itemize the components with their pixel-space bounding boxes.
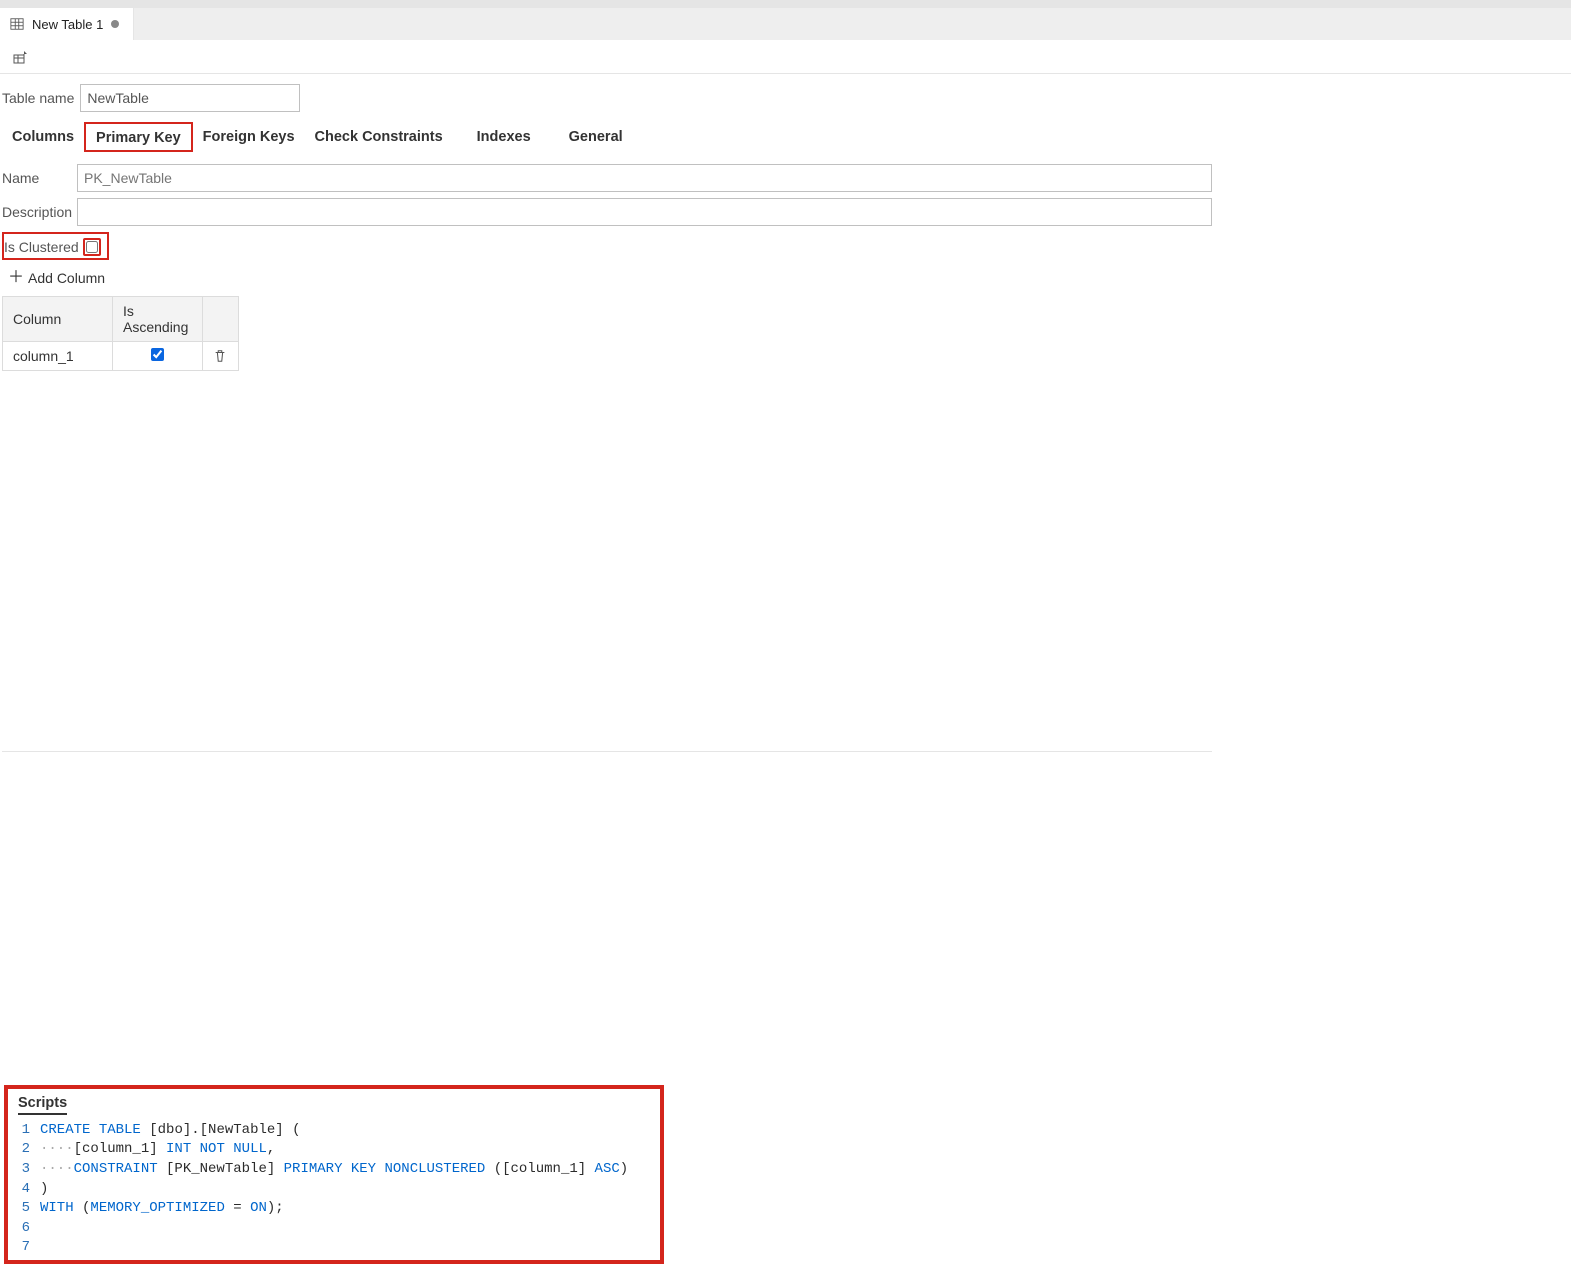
is-clustered-field: Is Clustered — [2, 232, 109, 260]
document-tabstrip: New Table 1 — [0, 8, 1571, 40]
pk-name-row: Name — [2, 164, 1212, 192]
scripts-panel: Scripts 1CREATE TABLE [dbo].[NewTable] (… — [4, 1085, 664, 1264]
publish-button[interactable] — [8, 45, 32, 69]
plus-icon: ＋ — [8, 270, 24, 286]
designer-content: Table name Columns Primary Key Foreign K… — [0, 74, 1220, 752]
line-number: 3 — [18, 1160, 40, 1180]
tab-foreign-keys[interactable]: Foreign Keys — [193, 123, 305, 151]
code-line-content: ) — [40, 1180, 48, 1200]
code-line: 6 — [18, 1219, 652, 1239]
line-number: 4 — [18, 1180, 40, 1200]
pk-columns-table: Column Is Ascending column_1 — [2, 296, 239, 371]
table-icon — [10, 17, 24, 31]
code-line: 3····CONSTRAINT [PK_NewTable] PRIMARY KE… — [18, 1160, 652, 1180]
is-ascending-checkbox[interactable] — [151, 348, 164, 361]
tab-indexes[interactable]: Indexes — [467, 123, 541, 151]
code-line: 2····[column_1] INT NOT NULL, — [18, 1140, 652, 1160]
line-number: 1 — [18, 1121, 40, 1141]
script-editor[interactable]: 1CREATE TABLE [dbo].[NewTable] (2····[co… — [18, 1121, 652, 1258]
tab-columns[interactable]: Columns — [2, 123, 84, 151]
pk-description-label: Description — [2, 204, 77, 220]
code-line: 1CREATE TABLE [dbo].[NewTable] ( — [18, 1121, 652, 1141]
line-number: 6 — [18, 1219, 40, 1239]
trash-icon[interactable] — [213, 349, 228, 363]
code-line: 4) — [18, 1180, 652, 1200]
code-line: 5WITH (MEMORY_OPTIMIZED = ON); — [18, 1199, 652, 1219]
add-column-button[interactable]: ＋ Add Column — [2, 266, 111, 290]
cell-delete — [203, 342, 239, 371]
is-clustered-highlight — [83, 238, 101, 256]
spacer — [0, 752, 1571, 1085]
code-line-content: CREATE TABLE [dbo].[NewTable] ( — [40, 1121, 300, 1141]
col-header-actions — [203, 297, 239, 342]
table-row[interactable]: column_1 — [3, 342, 239, 371]
table-header-row: Column Is Ascending — [3, 297, 239, 342]
scripts-tab[interactable]: Scripts — [18, 1095, 67, 1115]
is-clustered-checkbox[interactable] — [86, 241, 98, 253]
pk-name-input[interactable] — [77, 164, 1212, 192]
code-line-content: ····CONSTRAINT [PK_NewTable] PRIMARY KEY… — [40, 1160, 628, 1180]
code-line-content: ····[column_1] INT NOT NULL, — [40, 1140, 275, 1160]
line-number: 7 — [18, 1238, 40, 1258]
designer-toolbar — [0, 40, 1571, 74]
table-name-row: Table name — [2, 84, 1212, 112]
table-name-label: Table name — [2, 90, 80, 106]
col-header-column: Column — [3, 297, 113, 342]
code-line-content: WITH (MEMORY_OPTIMIZED = ON); — [40, 1199, 284, 1219]
pk-name-label: Name — [2, 170, 77, 186]
tab-check-constraints[interactable]: Check Constraints — [305, 123, 453, 151]
tab-general[interactable]: General — [559, 123, 633, 151]
line-number: 2 — [18, 1140, 40, 1160]
pk-description-row: Description — [2, 198, 1212, 226]
code-line: 7 — [18, 1238, 652, 1258]
document-tab[interactable]: New Table 1 — [0, 8, 134, 40]
document-tab-label: New Table 1 — [32, 17, 103, 32]
line-number: 5 — [18, 1199, 40, 1219]
cell-is-ascending — [113, 342, 203, 371]
col-header-ascending: Is Ascending — [113, 297, 203, 342]
add-column-label: Add Column — [28, 270, 105, 286]
table-name-input[interactable] — [80, 84, 300, 112]
designer-tabs: Columns Primary Key Foreign Keys Check C… — [2, 122, 1212, 152]
tab-primary-key[interactable]: Primary Key — [84, 122, 193, 152]
unsaved-dot-icon — [111, 20, 119, 28]
pk-description-input[interactable] — [77, 198, 1212, 226]
cell-column-name[interactable]: column_1 — [3, 342, 113, 371]
is-clustered-label: Is Clustered — [4, 239, 79, 255]
window-titlebar — [0, 0, 1571, 8]
